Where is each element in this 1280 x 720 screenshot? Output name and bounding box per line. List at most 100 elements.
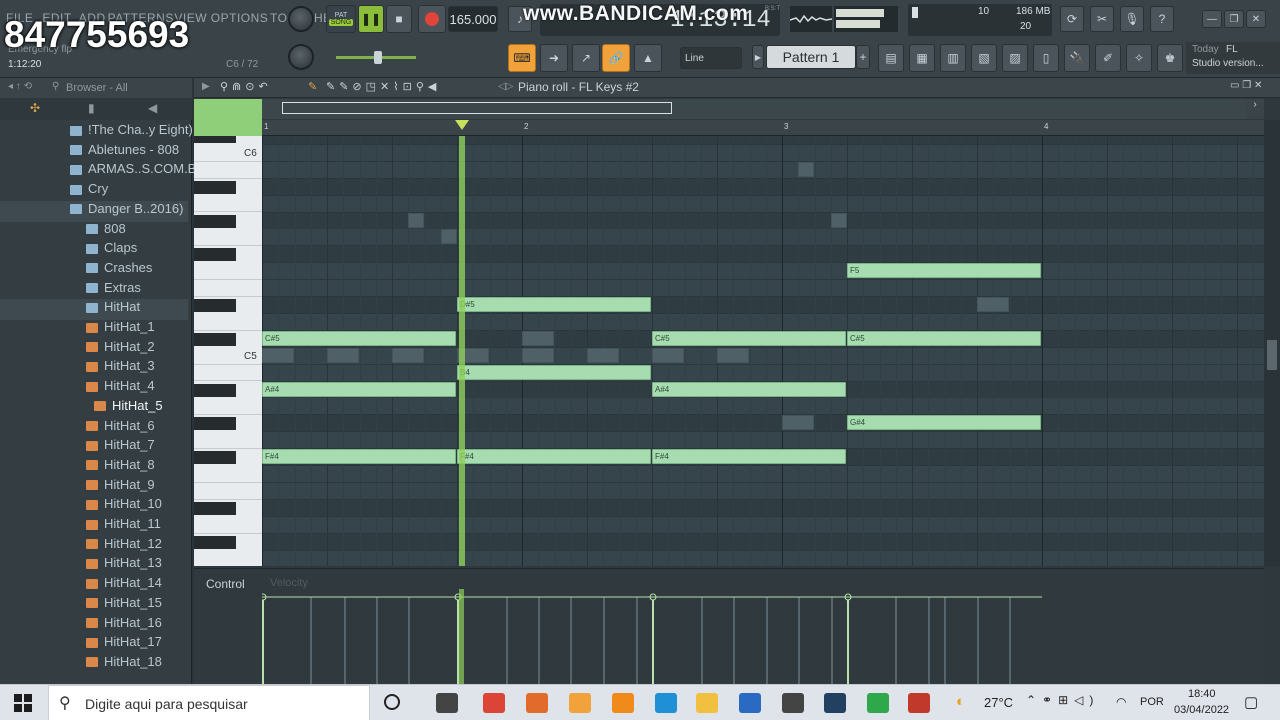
wifi-icon[interactable]: ◠ (1116, 695, 1126, 709)
browser-file[interactable]: HitHat_17 (0, 634, 188, 655)
browser-file[interactable]: HitHat_8 (0, 457, 188, 478)
pattern-selector[interactable]: Pattern 1 (766, 45, 856, 69)
grid-row[interactable] (262, 364, 1264, 382)
mixer-view-button[interactable]: ▦ (909, 44, 935, 72)
edge-icon[interactable] (655, 693, 677, 713)
piano-key-white[interactable] (194, 263, 262, 281)
grid-row[interactable] (262, 297, 1264, 314)
control-param[interactable]: Velocity (270, 577, 308, 589)
browser-file[interactable]: HitHat_2 (0, 339, 188, 360)
piano-key-white[interactable] (194, 162, 262, 179)
pat-song-toggle[interactable]: PAT SONG (326, 5, 356, 33)
pr-window-buttons[interactable]: ▭ ❐ ✕ (1230, 80, 1262, 91)
master-volume-slider[interactable] (336, 51, 416, 64)
obs-icon[interactable] (908, 693, 930, 713)
close-button[interactable]: ✕ (1246, 10, 1266, 28)
grid-row[interactable] (262, 516, 1264, 534)
grid-row[interactable] (262, 313, 1264, 331)
grid-row[interactable] (262, 144, 1264, 162)
browser-folder[interactable]: Abletunes - 808 (0, 142, 188, 163)
record-button[interactable] (418, 5, 446, 33)
tempo-display[interactable]: 165.000 (448, 6, 498, 32)
task-view-icon[interactable] (436, 693, 458, 713)
note[interactable]: C#5 (652, 330, 846, 346)
note[interactable]: B4 (457, 364, 651, 380)
note[interactable]: F5 (847, 263, 1041, 279)
browser-file[interactable]: HitHat_13 (0, 555, 188, 576)
mixer-button[interactable]: ▧ (971, 44, 997, 72)
note[interactable]: D#5 (457, 297, 651, 312)
typing-keyboard-button[interactable]: ⌨ (508, 44, 536, 72)
pattern-prev-button[interactable]: ▶ (752, 45, 764, 69)
play-button[interactable]: ❚❚ (358, 5, 384, 33)
grid-row[interactable] (262, 432, 1264, 450)
control-label[interactable]: Control (206, 577, 245, 591)
file-icon[interactable]: ▮ (88, 101, 95, 115)
browser-folder[interactable]: Extras (0, 280, 188, 301)
event-editor[interactable]: Control Velocity (194, 568, 1264, 685)
piano-key-black[interactable] (194, 214, 236, 228)
piano-key-black[interactable] (194, 535, 236, 549)
main-volume-knob[interactable] (288, 6, 314, 32)
plugin-button[interactable]: 🔌 (1064, 44, 1090, 72)
browser-file[interactable]: HitHat_18 (0, 654, 188, 675)
piano-key-white[interactable] (194, 466, 262, 483)
piano-key-black[interactable] (194, 248, 236, 262)
browser-file[interactable]: HitHat_3 (0, 358, 188, 379)
note[interactable]: F#4 (652, 449, 846, 465)
pr-tools-left[interactable]: ⚲⋒⊙↶ (220, 80, 272, 93)
notifications-icon[interactable]: ▢ (1244, 693, 1258, 711)
main-pitch-knob[interactable] (288, 44, 314, 70)
piano-key-black[interactable] (194, 136, 236, 143)
time-ruler[interactable]: 1 2 3 4 (262, 120, 1264, 136)
tray-icons[interactable]: ⌃⚭⊞◁) (1026, 693, 1099, 707)
note[interactable]: C#5 (262, 330, 456, 346)
store-icon[interactable] (739, 693, 761, 713)
browser-file[interactable]: HitHat_4 (0, 378, 188, 399)
browser-folder[interactable]: Cry (0, 181, 188, 202)
slider-handle[interactable] (374, 51, 382, 64)
piano-key-white[interactable] (194, 314, 262, 331)
grid-row[interactable] (262, 263, 1264, 281)
step-edit-button[interactable]: ➜ (540, 44, 568, 72)
note[interactable]: A#4 (652, 381, 846, 397)
app-3-icon[interactable] (526, 693, 548, 713)
piano-key-white[interactable] (194, 365, 262, 382)
note-grid[interactable]: C#5 A#4 F#4 D#5 B4 F#4 C#5 A#4 F#4 F5 C#5 G#4 (262, 136, 1264, 566)
piano-key-white[interactable] (194, 196, 262, 213)
stop-button[interactable]: ■ (386, 5, 412, 33)
grid-row[interactable] (262, 229, 1264, 247)
news-panel[interactable]: Today FL Studio version... (1186, 42, 1280, 74)
grid-row[interactable] (262, 482, 1264, 500)
piano-key-black[interactable] (194, 383, 236, 397)
search-icon[interactable]: ⚲ (52, 81, 59, 92)
grid-row[interactable] (262, 246, 1264, 264)
browser-folder[interactable]: Danger B..2016) (0, 200, 188, 222)
grid-row[interactable] (262, 161, 1264, 179)
minimize-button[interactable]: — (1202, 10, 1222, 28)
piano-key-black[interactable] (194, 451, 236, 465)
pattern-overview[interactable] (262, 99, 1246, 119)
browser-folder[interactable]: 808 (0, 221, 188, 242)
browser-file[interactable]: HitHat_6 (0, 418, 188, 439)
menu-options[interactable]: OPTIONS (211, 11, 269, 25)
browser-file[interactable]: HitHat_16 (0, 615, 188, 636)
windows-start-icon[interactable] (14, 694, 32, 712)
scroll-right-button[interactable]: › (1246, 99, 1264, 119)
grid-row[interactable] (262, 415, 1264, 433)
note[interactable]: F#4 (262, 449, 456, 465)
multilink-button[interactable]: 🔗 (602, 44, 630, 72)
add-pattern-button[interactable]: + (856, 45, 870, 69)
file-explorer-icon[interactable] (696, 693, 718, 713)
count-in-button[interactable]: ▲ (634, 44, 662, 72)
blend-button[interactable]: ↗ (572, 44, 600, 72)
piano-key-black[interactable] (194, 501, 236, 515)
weather-icon[interactable]: ◐ (956, 693, 965, 710)
app-11-icon[interactable] (867, 693, 889, 713)
snap-corner[interactable] (194, 99, 262, 136)
browser-folder[interactable]: Crashes (0, 260, 188, 281)
piano-key-white[interactable] (194, 280, 262, 297)
scroll-thumb[interactable] (1267, 340, 1277, 370)
grid-row[interactable] (262, 550, 1264, 566)
pencil-icon[interactable]: ✎ (308, 80, 317, 93)
